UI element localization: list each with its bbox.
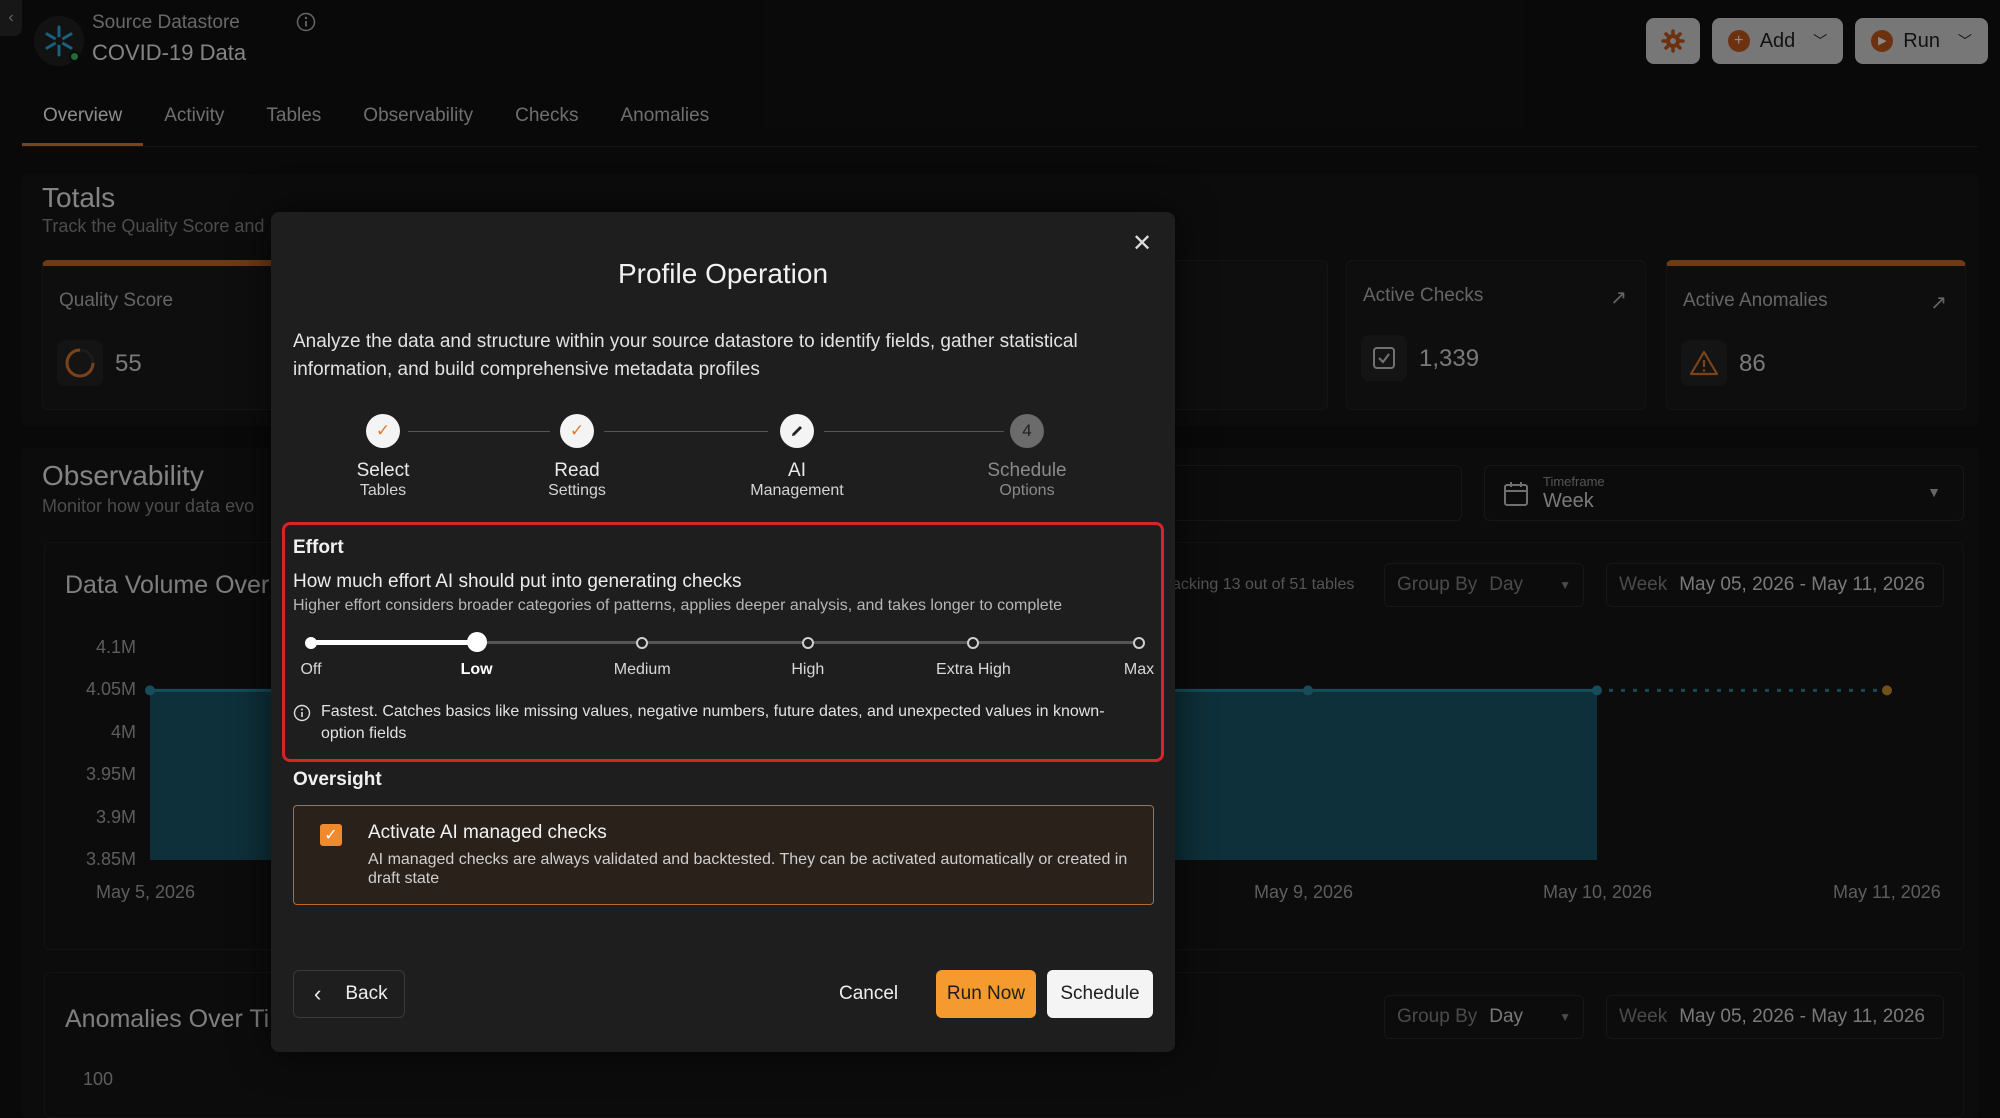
info-icon <box>293 704 311 722</box>
oversight-option-title: Activate AI managed checks <box>368 822 607 843</box>
oversight-option[interactable]: ✓ Activate AI managed checks AI managed … <box>293 805 1154 905</box>
back-button[interactable]: ‹ Back <box>293 970 405 1018</box>
step-subtitle: Tables <box>359 482 407 499</box>
slider-labels: Off Low Medium High Extra High Max <box>300 661 1154 683</box>
slider-level-label[interactable]: Max <box>1124 661 1154 679</box>
profile-operation-modal: ✕ Profile Operation Analyze the data and… <box>271 212 1175 1052</box>
step-ai-management[interactable]: AI Management <box>717 414 877 500</box>
slider-level-label[interactable]: Medium <box>614 661 671 679</box>
check-icon: ✓ <box>324 827 338 844</box>
modal-title: Profile Operation <box>617 258 829 289</box>
effort-section: Effort How much effort AI should put int… <box>282 522 1164 762</box>
chevron-left-icon: ‹ <box>314 981 322 1006</box>
slider-level-label[interactable]: Off <box>300 661 321 679</box>
run-now-button[interactable]: Run Now <box>936 970 1036 1018</box>
oversight-heading: Oversight <box>293 769 382 790</box>
close-icon: ✕ <box>1131 229 1153 257</box>
schedule-button[interactable]: Schedule <box>1047 970 1153 1018</box>
step-read-settings[interactable]: ✓ Read Settings <box>497 414 657 500</box>
check-icon: ✓ <box>560 414 594 448</box>
slider-fill <box>311 640 477 645</box>
modal-description: Analyze the data and structure within yo… <box>293 331 1078 380</box>
back-button-label: Back <box>345 983 388 1004</box>
oversight-option-description: AI managed checks are always validated a… <box>368 851 1128 887</box>
step-subtitle: Settings <box>548 482 606 499</box>
step-title: Select <box>356 460 410 481</box>
effort-slider[interactable] <box>305 632 1145 653</box>
slider-step-dot[interactable] <box>801 637 814 649</box>
stepper: ✓ Select Tables ✓ Read Settings AI Manag… <box>293 414 1153 514</box>
slider-thumb[interactable] <box>466 632 487 652</box>
effort-hint: Higher effort considers broader categori… <box>293 597 1063 614</box>
effort-question: How much effort AI should put into gener… <box>293 571 742 592</box>
slider-level-label[interactable]: Low <box>461 661 493 679</box>
step-number: 4 <box>1010 414 1044 448</box>
check-icon: ✓ <box>366 414 400 448</box>
step-subtitle: Management <box>750 482 844 499</box>
cancel-button[interactable]: Cancel <box>839 970 898 1018</box>
step-select-tables[interactable]: ✓ Select Tables <box>303 414 463 500</box>
slider-level-label[interactable]: Extra High <box>936 661 1011 679</box>
effort-heading: Effort <box>293 537 344 558</box>
step-schedule-options[interactable]: 4 Schedule Options <box>947 414 1107 500</box>
activate-ai-checks-checkbox[interactable]: ✓ <box>320 824 342 846</box>
effort-level-description: Fastest. Catches basics like missing val… <box>321 703 1105 742</box>
slider-level-label[interactable]: High <box>791 661 824 679</box>
slider-step-dot[interactable] <box>1133 637 1145 649</box>
step-subtitle: Options <box>999 482 1055 499</box>
slider-step-dot[interactable] <box>967 637 980 649</box>
pencil-icon <box>780 414 814 448</box>
slider-step-dot[interactable] <box>636 637 649 649</box>
close-button[interactable]: ✕ <box>1129 229 1155 257</box>
slider-step-dot[interactable] <box>305 637 317 649</box>
step-title: Schedule <box>987 460 1067 481</box>
step-title: AI <box>788 460 806 481</box>
step-title: Read <box>554 460 600 481</box>
